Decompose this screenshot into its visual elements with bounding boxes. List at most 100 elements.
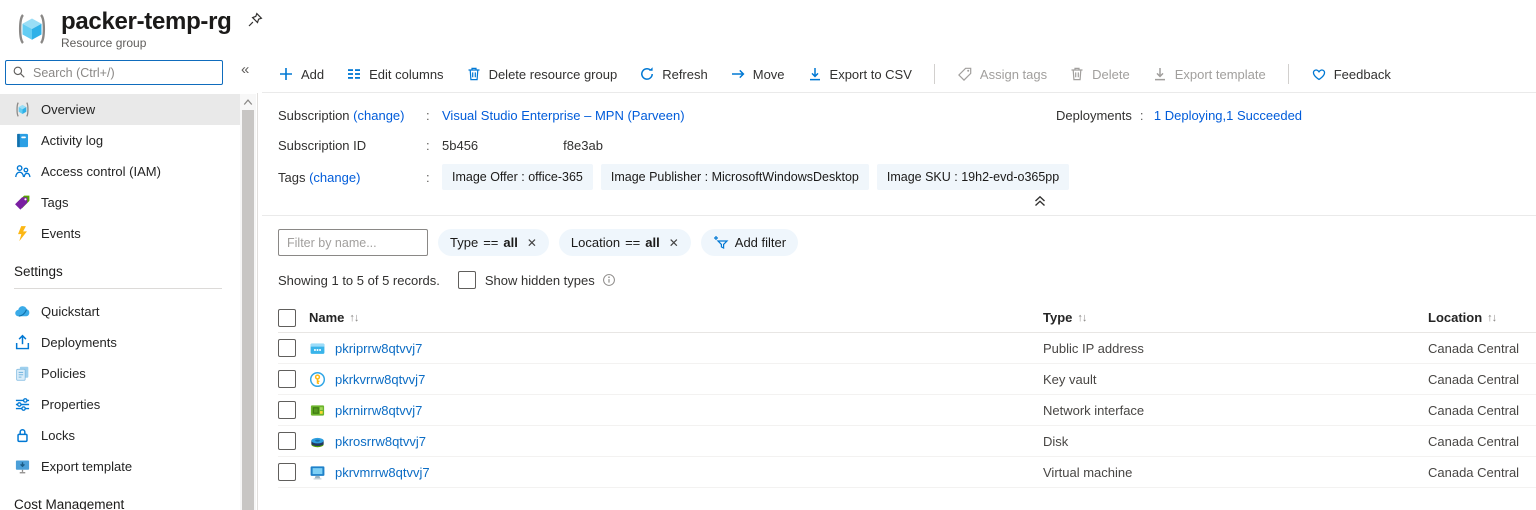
sidebar-item-activity-log[interactable]: Activity log xyxy=(0,125,240,156)
scrollbar-thumb[interactable] xyxy=(242,110,254,510)
page-title: packer-temp-rg xyxy=(61,8,232,35)
heart-icon xyxy=(1311,66,1327,82)
select-all-checkbox[interactable] xyxy=(278,309,296,327)
colon: : xyxy=(426,108,442,123)
filter-by-name-input[interactable] xyxy=(278,229,428,256)
refresh-button[interactable]: Refresh xyxy=(639,66,708,82)
essentials-divider xyxy=(262,215,1536,216)
title-block: packer-temp-rg Resource group xyxy=(61,8,232,50)
location-filter-pill[interactable]: Location == all ✕ xyxy=(559,229,691,256)
sort-icon: ↑↓ xyxy=(1487,312,1496,324)
sidebar-search xyxy=(5,60,223,85)
table-row: pkrkvrrw8qtvvj7 Key vault Canada Central xyxy=(278,364,1536,395)
disk-icon xyxy=(309,433,326,450)
type-column-header[interactable]: Type ↑↓ xyxy=(1043,310,1428,325)
scroll-up-button[interactable] xyxy=(240,94,256,110)
edit-columns-button[interactable]: Edit columns xyxy=(346,66,443,82)
export-template-button[interactable]: Export template xyxy=(1152,66,1266,82)
sort-icon: ↑↓ xyxy=(1077,312,1086,324)
sidebar-item-quickstart[interactable]: Quickstart xyxy=(0,296,240,327)
pin-icon[interactable] xyxy=(247,12,263,28)
feedback-button[interactable]: Feedback xyxy=(1311,66,1391,82)
resource-link[interactable]: pkrosrrw8qtvvj7 xyxy=(335,434,426,449)
subscription-id-row: Subscription ID : 5b456 f8e3ab xyxy=(278,130,1077,160)
toolbar-separator xyxy=(1288,64,1289,84)
command-bar: Add Edit columns Delete resource group R… xyxy=(278,58,1536,90)
collapse-essentials-icon[interactable] xyxy=(1032,194,1048,208)
refresh-icon xyxy=(639,66,655,82)
public-ip-icon xyxy=(309,340,326,357)
delete-button[interactable]: Delete xyxy=(1069,66,1130,82)
azure-resource-group-page: packer-temp-rg Resource group « Overview xyxy=(0,0,1536,510)
page-subtitle: Resource group xyxy=(61,36,232,50)
sidebar-item-deployments[interactable]: Deployments xyxy=(0,327,240,358)
resource-link[interactable]: pkriprrw8qtvvj7 xyxy=(335,341,422,356)
sidebar-item-export-template[interactable]: Export template xyxy=(0,451,240,482)
sidebar-item-policies[interactable]: Policies xyxy=(0,358,240,389)
quickstart-icon xyxy=(14,303,31,320)
filter-op: == xyxy=(625,235,640,250)
row-checkbox[interactable] xyxy=(278,432,296,450)
sidebar-item-tags[interactable]: Tags xyxy=(0,187,240,218)
virtual-machine-icon xyxy=(309,464,326,481)
button-label: Add xyxy=(301,67,324,82)
sidebar-content-divider xyxy=(257,93,258,510)
colon: : xyxy=(426,170,442,185)
table-row: pkrnirrw8qtvvj7 Network interface Canada… xyxy=(278,395,1536,426)
sidebar-item-properties[interactable]: Properties xyxy=(0,389,240,420)
filter-value: all xyxy=(503,235,517,250)
location-cell: Canada Central xyxy=(1428,341,1536,356)
search-input[interactable] xyxy=(5,60,223,85)
sidebar-item-label: Export template xyxy=(41,459,132,474)
remove-filter-icon[interactable]: ✕ xyxy=(527,236,537,250)
sidebar-scrollbar[interactable] xyxy=(240,94,256,510)
subscription-value-link[interactable]: Visual Studio Enterprise – MPN (Parveen) xyxy=(442,108,685,123)
assign-tags-button[interactable]: Assign tags xyxy=(957,66,1047,82)
filter-bar: Type == all ✕ Location == all ✕ Add filt… xyxy=(278,229,798,256)
location-column-header[interactable]: Location ↑↓ xyxy=(1428,310,1536,325)
events-icon xyxy=(14,225,31,242)
sidebar-item-access-control[interactable]: Access control (IAM) xyxy=(0,156,240,187)
sidebar-item-overview[interactable]: Overview xyxy=(0,94,240,125)
add-filter-button[interactable]: Add filter xyxy=(701,229,798,256)
deployments-value-link[interactable]: 1 Deploying,1 Succeeded xyxy=(1154,108,1302,123)
subscription-id-label: Subscription ID xyxy=(278,138,426,153)
sidebar-item-label: Access control (IAM) xyxy=(41,164,161,179)
button-label: Assign tags xyxy=(980,67,1047,82)
filter-field: Location xyxy=(571,235,620,250)
sidebar-item-locks[interactable]: Locks xyxy=(0,420,240,451)
row-checkbox[interactable] xyxy=(278,463,296,481)
subscription-change-link[interactable]: (change) xyxy=(353,108,404,123)
row-checkbox[interactable] xyxy=(278,401,296,419)
type-filter-pill[interactable]: Type == all ✕ xyxy=(438,229,549,256)
tags-icon xyxy=(14,194,31,211)
column-label: Location xyxy=(1428,310,1482,325)
export-to-csv-button[interactable]: Export to CSV xyxy=(807,66,912,82)
policies-icon xyxy=(14,365,31,382)
tags-change-link[interactable]: (change) xyxy=(309,170,360,185)
row-checkbox[interactable] xyxy=(278,370,296,388)
resource-link[interactable]: pkrvmrrw8qtvvj7 xyxy=(335,465,430,480)
remove-filter-icon[interactable]: ✕ xyxy=(669,236,679,250)
show-hidden-types-checkbox[interactable] xyxy=(458,271,476,289)
collapse-sidebar-icon[interactable]: « xyxy=(241,62,249,77)
add-button[interactable]: Add xyxy=(278,66,324,82)
location-cell: Canada Central xyxy=(1428,403,1536,418)
resource-link[interactable]: pkrnirrw8qtvvj7 xyxy=(335,403,422,418)
show-hidden-types-label[interactable]: Show hidden types xyxy=(485,273,595,288)
filter-op: == xyxy=(483,235,498,250)
info-icon[interactable] xyxy=(602,273,616,287)
sidebar-item-label: Locks xyxy=(41,428,75,443)
tags-label: Tags (change) xyxy=(278,170,426,185)
name-column-header[interactable]: Name ↑↓ xyxy=(278,309,1043,327)
type-cell: Key vault xyxy=(1043,372,1428,387)
sidebar-menu: Overview Activity log Access control (IA… xyxy=(0,94,240,510)
move-button[interactable]: Move xyxy=(730,66,785,82)
delete-resource-group-button[interactable]: Delete resource group xyxy=(466,66,618,82)
column-label: Name xyxy=(309,310,344,325)
deployments-icon xyxy=(14,334,31,351)
sidebar-item-events[interactable]: Events xyxy=(0,218,240,249)
resource-link[interactable]: pkrkvrrw8qtvvj7 xyxy=(335,372,425,387)
row-checkbox[interactable] xyxy=(278,339,296,357)
tag-chip: Image Publisher : MicrosoftWindowsDeskto… xyxy=(601,164,869,190)
